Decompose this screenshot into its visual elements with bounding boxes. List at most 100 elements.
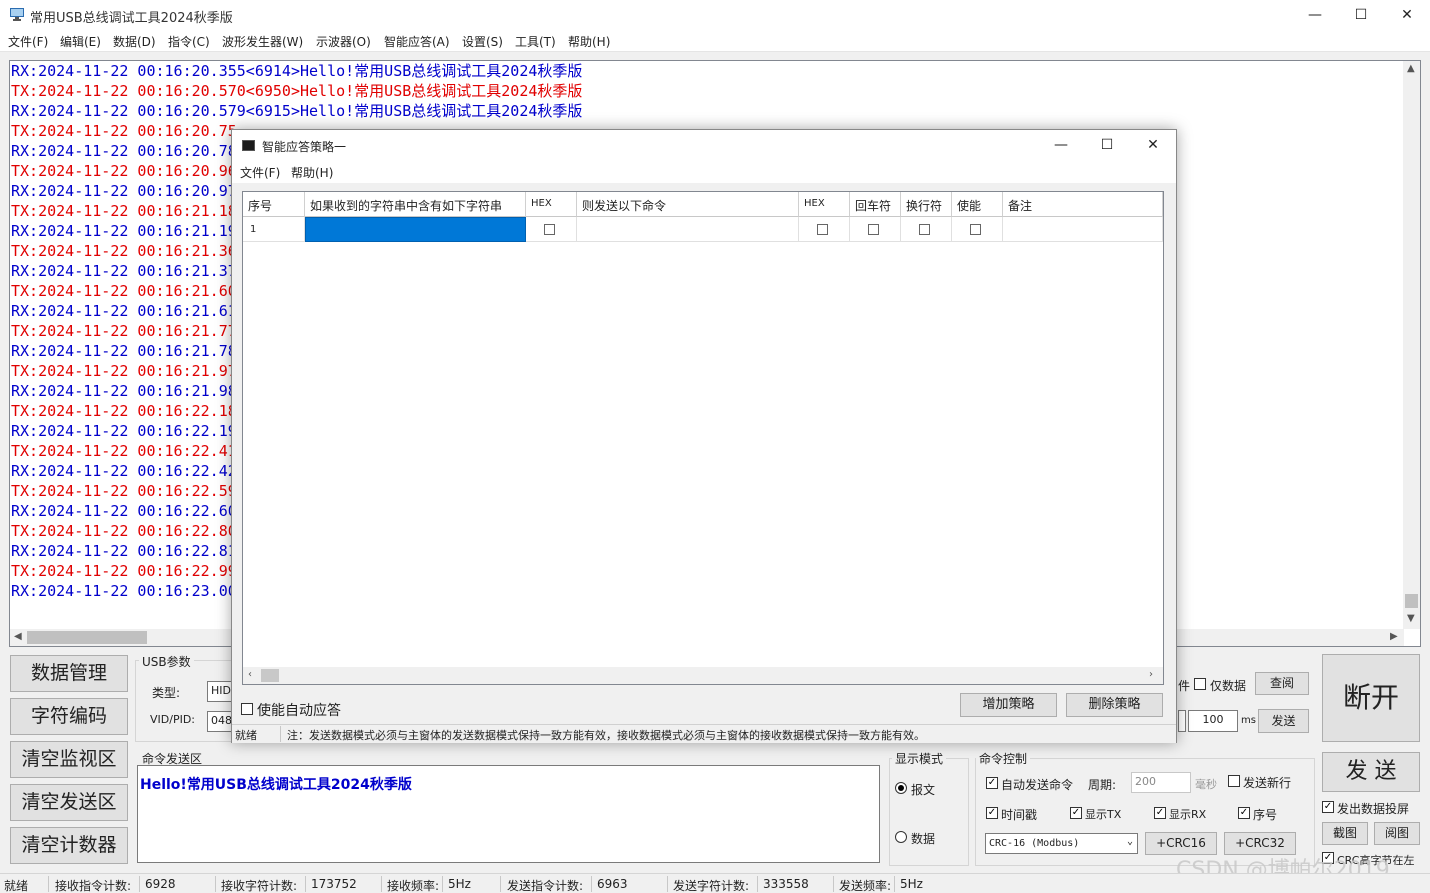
log-line: TX:2024-11-22 00:16:20.570<6950>Hello!常用… [11, 82, 583, 100]
row-lf-checkbox[interactable] [919, 224, 930, 235]
col-lf[interactable]: 换行符 [901, 192, 952, 217]
query-button[interactable]: 查阅 [1255, 672, 1309, 695]
grid-horizontal-scrollbar[interactable]: ‹ › [243, 667, 1163, 684]
auto-send-label: 自动发送命令 [1001, 778, 1074, 792]
scroll-down-icon[interactable]: ▼ [1407, 613, 1415, 624]
show-tx-label: 显示TX [1085, 808, 1122, 821]
partial-input[interactable] [1178, 710, 1186, 732]
scroll-thumb[interactable] [261, 669, 279, 682]
timestamp-label: 时间戳 [1001, 808, 1038, 822]
status-separator [280, 726, 281, 742]
menu-tools[interactable]: 工具(T) [515, 33, 556, 50]
send-textarea[interactable]: Hello!常用USB总线调试工具2024秋季版 [137, 765, 880, 863]
menu-file[interactable]: 文件(F) [8, 33, 48, 50]
send-newline-checkbox[interactable] [1228, 775, 1240, 787]
row-match-string-cell[interactable] [305, 217, 526, 242]
data-manage-button[interactable]: 数据管理 [10, 655, 128, 692]
scroll-left-icon[interactable]: ◀ [14, 631, 22, 642]
radio-data[interactable] [895, 831, 907, 843]
show-rx-label: 显示RX [1169, 808, 1207, 821]
row-hex-2-checkbox[interactable] [817, 224, 828, 235]
send-big-button[interactable]: 发 送 [1322, 752, 1420, 792]
col-enable[interactable]: 使能 [952, 192, 1003, 217]
dialog-close-button[interactable]: ✕ [1130, 130, 1176, 161]
timestamp-checkbox[interactable]: ✓ [986, 807, 998, 819]
crc-select[interactable]: CRC-16 (Modbus) ⌄ [985, 833, 1138, 854]
data-only-checkbox[interactable] [1194, 678, 1206, 690]
dialog-status-ready: 就绪 [235, 729, 257, 742]
col-send-command[interactable]: 则发送以下命令 [577, 192, 799, 217]
maximize-button[interactable]: ☐ [1338, 0, 1384, 30]
menu-edit[interactable]: 编辑(E) [60, 33, 101, 50]
enable-auto-reply-checkbox[interactable] [241, 703, 253, 715]
view-image-button[interactable]: 阅图 [1374, 822, 1420, 845]
menu-oscilloscope[interactable]: 示波器(O) [316, 33, 371, 50]
show-tx-checkbox[interactable]: ✓ [1070, 807, 1082, 819]
menu-waveform[interactable]: 波形发生器(W) [222, 33, 303, 50]
scroll-left-icon[interactable]: ‹ [248, 669, 252, 680]
radio-message[interactable] [895, 782, 907, 794]
row-cr-cell [850, 217, 901, 242]
command-control-label: 命令控制 [976, 750, 1031, 767]
interval-input[interactable]: 100 [1188, 710, 1238, 732]
recv-char-label: 接收字符计数: [221, 879, 298, 893]
row-enable-checkbox[interactable] [970, 224, 981, 235]
send-freq-label: 发送频率: [839, 879, 892, 893]
add-strategy-button[interactable]: 增加策略 [960, 693, 1057, 717]
auto-send-checkbox[interactable]: ✓ [986, 777, 998, 789]
clear-monitor-button[interactable]: 清空监视区 [10, 741, 128, 778]
interval-unit: ms [1241, 715, 1256, 726]
title-bar: 常用USB总线调试工具2024秋季版 — ☐ ✕ [0, 0, 1430, 30]
menu-settings[interactable]: 设置(S) [462, 33, 503, 50]
status-separator [442, 876, 443, 892]
col-seq[interactable]: 序号 [243, 192, 305, 217]
scroll-right-icon[interactable]: ▶ [1390, 631, 1398, 642]
log-vertical-scrollbar[interactable]: ▲ ▼ [1403, 61, 1420, 629]
vidpid-label: VID/PID: [150, 713, 195, 726]
dialog-menu-help[interactable]: 帮助(H) [291, 164, 333, 181]
sequence-checkbox[interactable]: ✓ [1238, 807, 1250, 819]
disconnect-button[interactable]: 断开 [1322, 654, 1420, 742]
menu-command[interactable]: 指令(C) [168, 33, 210, 50]
menu-smart-reply[interactable]: 智能应答(A) [384, 33, 450, 50]
enable-auto-reply-label: 使能自动应答 [257, 703, 341, 719]
col-hex-2[interactable]: HEX [799, 192, 850, 217]
scroll-right-icon[interactable]: › [1149, 669, 1153, 680]
col-hex-1[interactable]: HEX [526, 192, 577, 217]
dialog-minimize-button[interactable]: — [1038, 130, 1084, 161]
scroll-up-icon[interactable]: ▲ [1407, 63, 1415, 74]
status-separator [305, 876, 306, 892]
col-cr[interactable]: 回车符 [850, 192, 901, 217]
row-send-command-cell[interactable] [577, 217, 799, 242]
send-small-button[interactable]: 发送 [1258, 709, 1309, 733]
display-mode-label: 显示模式 [892, 750, 947, 767]
row-hex-1-checkbox[interactable] [544, 224, 555, 235]
clear-send-button[interactable]: 清空发送区 [10, 784, 128, 821]
scroll-thumb[interactable] [1405, 594, 1418, 608]
partial-label: 件 [1178, 679, 1191, 693]
screenshot-button[interactable]: 截图 [1322, 822, 1368, 845]
scroll-thumb[interactable] [27, 631, 147, 644]
row-remark-cell[interactable] [1003, 217, 1163, 242]
col-match-string[interactable]: 如果收到的字符串中含有如下字符串 [305, 192, 526, 217]
main-window: 常用USB总线调试工具2024秋季版 — ☐ ✕ 文件(F) 编辑(E) 数据(… [0, 0, 1430, 893]
char-encoding-button[interactable]: 字符编码 [10, 698, 128, 735]
period-input[interactable]: 200 [1131, 772, 1191, 793]
delete-strategy-button[interactable]: 删除策略 [1066, 693, 1163, 717]
send-projection-checkbox[interactable]: ✓ [1322, 801, 1334, 813]
menu-data[interactable]: 数据(D) [113, 33, 156, 50]
close-button[interactable]: ✕ [1384, 0, 1430, 30]
col-remark[interactable]: 备注 [1003, 192, 1163, 217]
window-title: 常用USB总线调试工具2024秋季版 [30, 11, 233, 26]
row-cr-checkbox[interactable] [868, 224, 879, 235]
clear-counter-button[interactable]: 清空计数器 [10, 827, 128, 864]
status-separator [215, 876, 216, 892]
dialog-menu-file[interactable]: 文件(F) [240, 164, 280, 181]
strategy-grid[interactable]: 序号 如果收到的字符串中含有如下字符串 HEX 则发送以下命令 HEX 回车符 … [242, 191, 1164, 685]
dialog-maximize-button[interactable]: ☐ [1084, 130, 1130, 161]
status-separator [833, 876, 834, 892]
minimize-button[interactable]: — [1292, 0, 1338, 30]
show-rx-checkbox[interactable]: ✓ [1154, 807, 1166, 819]
status-ready: 就绪 [4, 879, 29, 893]
menu-help[interactable]: 帮助(H) [568, 33, 610, 50]
